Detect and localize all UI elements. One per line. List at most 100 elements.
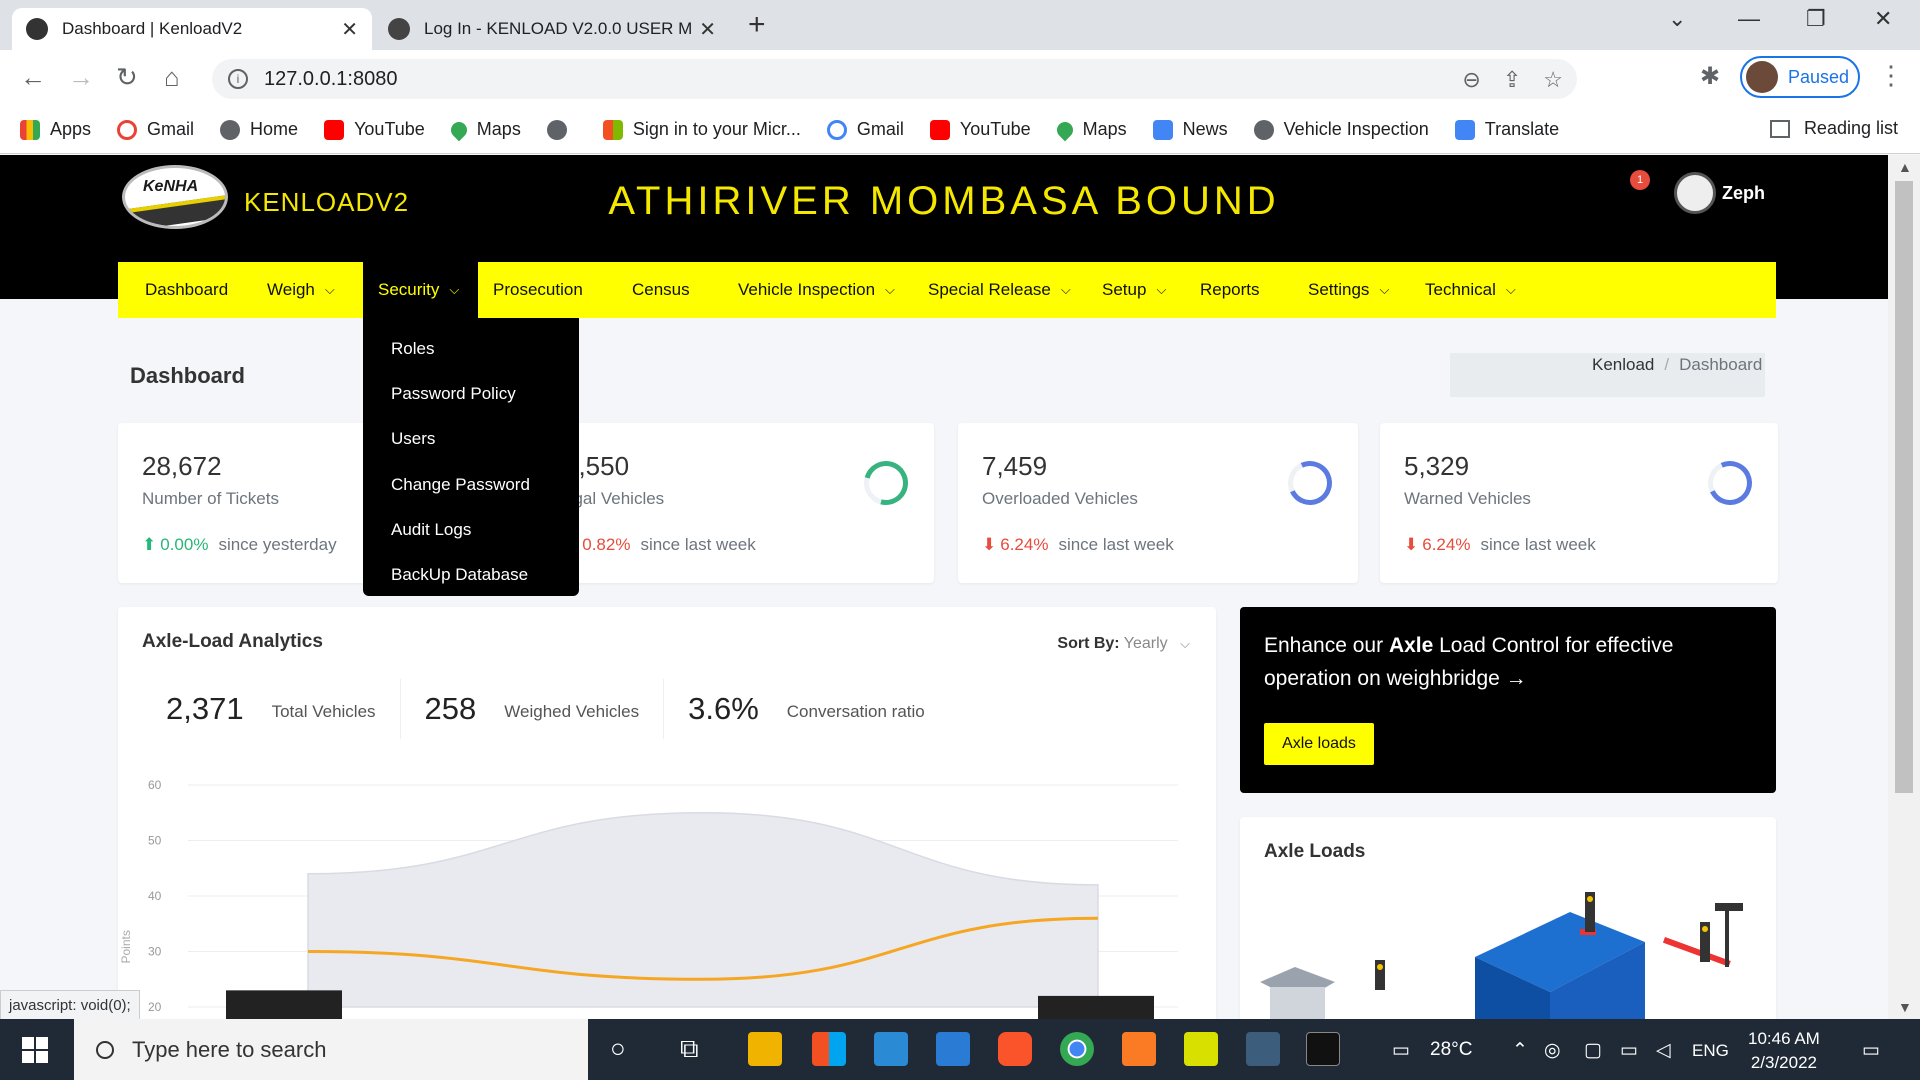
menu-dashboard[interactable]: Dashboard bbox=[118, 262, 252, 318]
menu-settings[interactable]: Settings ⌵ bbox=[1293, 262, 1410, 318]
menu-weigh[interactable]: Weigh ⌵ bbox=[252, 262, 363, 318]
browser-tab-login[interactable]: Log In - KENLOAD V2.0.0 USER M ✕ bbox=[374, 8, 730, 50]
phpstorm-icon[interactable] bbox=[1184, 1032, 1218, 1066]
close-tab-icon[interactable]: ✕ bbox=[699, 17, 716, 42]
scroll-down-icon[interactable]: ▼ bbox=[1898, 999, 1912, 1015]
browser-tab-active[interactable]: Dashboard | KenloadV2 ✕ bbox=[12, 8, 372, 50]
notification-badge[interactable]: 1 bbox=[1630, 170, 1650, 190]
chevron-down-icon: ⌵ bbox=[885, 282, 895, 297]
breadcrumb-root[interactable]: Kenload bbox=[1592, 355, 1654, 375]
bookmark-label: Translate bbox=[1484, 119, 1560, 139]
battery-icon[interactable]: ▭ bbox=[1620, 1039, 1638, 1062]
windows-start-icon[interactable] bbox=[22, 1037, 48, 1063]
bookmark-youtube-2[interactable]: YouTube bbox=[929, 119, 1031, 140]
brave-browser-icon[interactable] bbox=[998, 1032, 1032, 1066]
bookmark-microsoft[interactable]: Sign in to your Micr... bbox=[602, 119, 801, 140]
bookmark-maps-2[interactable]: Maps bbox=[1053, 118, 1127, 141]
menu-technical[interactable]: Technical ⌵ bbox=[1410, 262, 1530, 318]
dropdown-item-audit-logs[interactable]: Audit Logs bbox=[363, 507, 579, 552]
bookmark-label: Gmail bbox=[856, 119, 904, 139]
temperature[interactable]: 28°C bbox=[1430, 1039, 1472, 1061]
page-scrollbar[interactable]: ▲ ▼ bbox=[1888, 155, 1920, 1019]
tab-search-chevron-icon[interactable]: ⌄ bbox=[1668, 6, 1686, 32]
axle-load-analytics-card: Axle-Load Analytics Sort By: Yearly ⌵ 2,… bbox=[118, 607, 1216, 1019]
dropdown-item-change-password[interactable]: Change Password bbox=[363, 462, 579, 507]
bookmark-apps[interactable]: Apps bbox=[20, 119, 91, 140]
user-menu[interactable]: Zeph bbox=[1674, 172, 1765, 214]
site-info-icon[interactable]: i bbox=[228, 69, 248, 89]
terminal-icon[interactable] bbox=[1306, 1032, 1340, 1066]
back-icon[interactable]: ← bbox=[20, 62, 46, 93]
kpi-weighed-vehicles: 258 Weighed Vehicles bbox=[401, 679, 665, 739]
home-icon[interactable]: ⌂ bbox=[164, 62, 180, 93]
bookmark-translate[interactable]: Translate bbox=[1454, 119, 1560, 140]
address-bar[interactable]: i 127.0.0.1:8080 ⊖ ⇪ ☆ bbox=[212, 59, 1577, 99]
menu-vehicle-inspection[interactable]: Vehicle Inspection ⌵ bbox=[723, 262, 913, 318]
bookmark-globe[interactable] bbox=[546, 119, 577, 140]
kpi-value: 258 bbox=[424, 691, 477, 726]
weather-icon[interactable]: ▭ bbox=[1392, 1039, 1410, 1062]
mysql-workbench-icon[interactable] bbox=[1246, 1032, 1280, 1066]
close-tab-icon[interactable]: ✕ bbox=[341, 17, 358, 42]
forward-icon[interactable]: → bbox=[68, 62, 94, 93]
scroll-up-icon[interactable]: ▲ bbox=[1898, 159, 1912, 175]
minimize-icon[interactable]: — bbox=[1738, 6, 1760, 32]
axle-load-chart: 60 50 40 30 20 Points bbox=[119, 778, 1178, 1019]
system-clock[interactable]: 10:46 AM 2/3/2022 bbox=[1748, 1027, 1820, 1075]
scrollbar-thumb[interactable] bbox=[1895, 181, 1913, 793]
share-icon[interactable]: ⇪ bbox=[1503, 67, 1521, 93]
menu-label: Security bbox=[378, 280, 440, 299]
menu-census[interactable]: Census bbox=[617, 262, 723, 318]
stat-value: 28,672 bbox=[142, 451, 222, 481]
volume-icon[interactable]: ◁ bbox=[1656, 1039, 1671, 1062]
file-explorer-icon[interactable] bbox=[748, 1032, 782, 1066]
profile-button[interactable]: Paused bbox=[1740, 56, 1860, 98]
bookmark-vehicle-inspection[interactable]: Vehicle Inspection bbox=[1253, 119, 1429, 140]
menu-prosecution[interactable]: Prosecution bbox=[478, 262, 617, 318]
reading-list-button[interactable]: Reading list bbox=[1769, 118, 1898, 139]
menu-special-release[interactable]: Special Release ⌵ bbox=[913, 262, 1087, 318]
language-indicator[interactable]: ENG bbox=[1692, 1041, 1729, 1061]
mail-icon[interactable] bbox=[874, 1032, 908, 1066]
bookmark-gmail-2[interactable]: Gmail bbox=[826, 119, 904, 140]
network-globe-icon[interactable]: ◎ bbox=[1544, 1039, 1561, 1062]
xampp-icon[interactable] bbox=[1122, 1032, 1156, 1066]
bookmark-youtube[interactable]: YouTube bbox=[324, 119, 425, 140]
bookmark-maps[interactable]: Maps bbox=[447, 118, 521, 141]
browser-menu-icon[interactable]: ⋮ bbox=[1878, 60, 1904, 91]
restore-icon[interactable]: ❐ bbox=[1806, 6, 1826, 32]
reload-icon[interactable]: ↻ bbox=[116, 62, 138, 93]
chrome-icon[interactable] bbox=[1060, 1032, 1094, 1066]
notifications-icon[interactable]: ▭ bbox=[1862, 1039, 1880, 1062]
bookmark-home[interactable]: Home bbox=[220, 119, 298, 140]
cortana-icon[interactable]: ○ bbox=[610, 1033, 626, 1064]
menu-security[interactable]: Security ⌵ bbox=[363, 262, 478, 318]
axle-loads-button[interactable]: Axle loads bbox=[1264, 723, 1374, 765]
zoom-icon[interactable]: ⊖ bbox=[1462, 67, 1480, 93]
task-view-icon[interactable]: ⧉ bbox=[680, 1033, 699, 1065]
menu-reports[interactable]: Reports bbox=[1185, 262, 1293, 318]
taskbar-search[interactable]: Type here to search bbox=[74, 1019, 588, 1080]
vscode-icon[interactable] bbox=[936, 1032, 970, 1066]
device-icon[interactable]: ▢ bbox=[1584, 1039, 1602, 1062]
sort-by-dropdown[interactable]: Sort By: Yearly ⌵ bbox=[1057, 635, 1190, 653]
security-dropdown-menu: Roles Password Policy Users Change Passw… bbox=[363, 318, 579, 596]
bookmark-label: Apps bbox=[50, 119, 92, 139]
dropdown-item-password-policy[interactable]: Password Policy bbox=[363, 371, 579, 416]
extensions-puzzle-icon[interactable]: ✱ bbox=[1700, 62, 1720, 91]
stat-card-legal-vehicles: 5,550 egal Vehicles ⬇0.82%since last wee… bbox=[540, 423, 934, 583]
bookmark-star-icon[interactable]: ☆ bbox=[1543, 67, 1563, 93]
microsoft-store-icon[interactable] bbox=[812, 1032, 846, 1066]
menu-setup[interactable]: Setup ⌵ bbox=[1087, 262, 1185, 318]
dropdown-item-roles[interactable]: Roles bbox=[363, 326, 579, 371]
new-tab-icon[interactable]: + bbox=[748, 8, 766, 42]
dropdown-item-users[interactable]: Users bbox=[363, 417, 579, 462]
google-icon bbox=[826, 119, 847, 140]
close-window-icon[interactable]: ✕ bbox=[1874, 6, 1892, 32]
dropdown-item-backup-database[interactable]: BackUp Database bbox=[363, 552, 579, 597]
bookmark-news[interactable]: News bbox=[1152, 119, 1228, 140]
chevron-down-icon: ⌵ bbox=[1156, 282, 1167, 297]
bookmark-gmail[interactable]: Gmail bbox=[117, 119, 194, 140]
tray-overflow-chevron-icon[interactable]: ⌃ bbox=[1512, 1039, 1528, 1062]
stat-change: 6.24% bbox=[1000, 535, 1049, 554]
